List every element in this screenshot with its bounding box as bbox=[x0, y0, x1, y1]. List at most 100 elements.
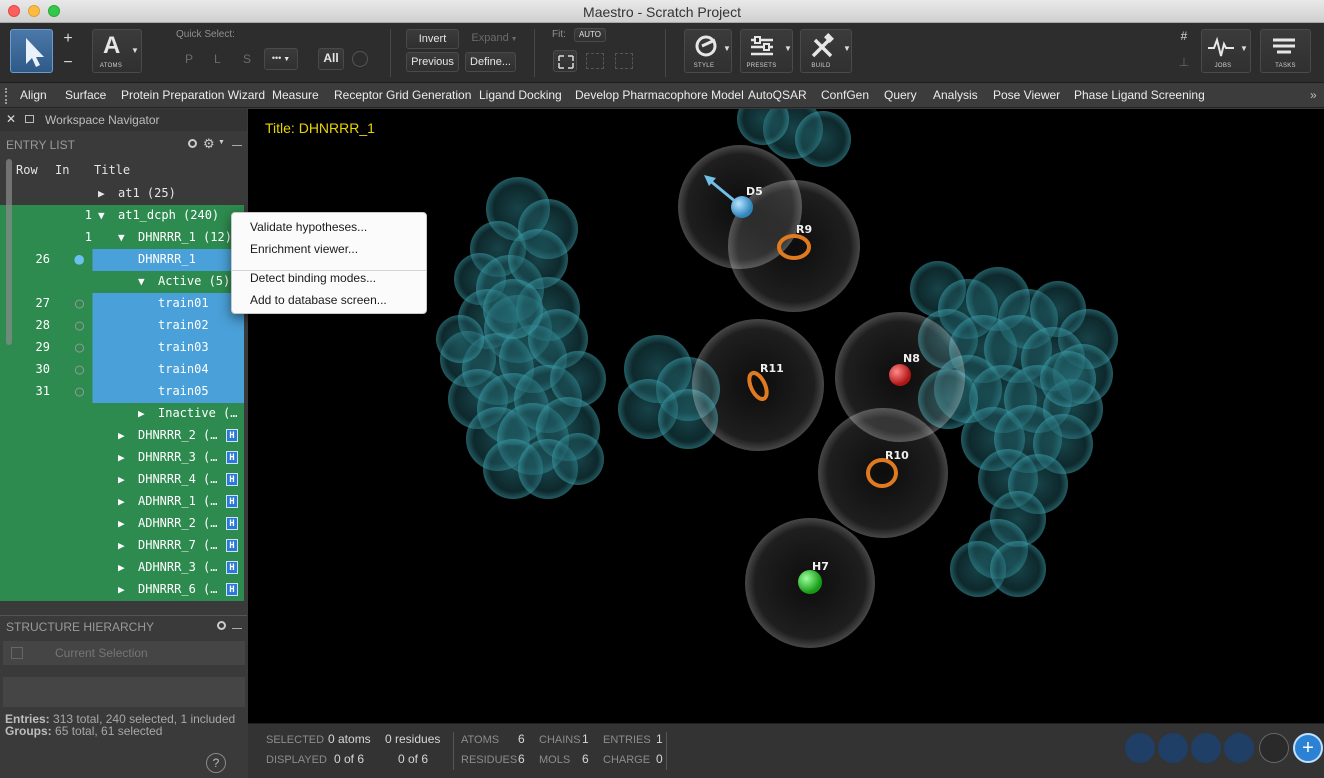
table-row[interactable]: ▶ ADHNRR_3 (… H bbox=[0, 557, 244, 579]
table-row[interactable]: 31 ○ train05 bbox=[0, 381, 244, 403]
expand-arrow-icon[interactable]: ▶ bbox=[118, 473, 125, 486]
menu-autoqsar[interactable]: AutoQSAR bbox=[748, 88, 807, 102]
expand-arrow-icon[interactable]: ▶ bbox=[118, 429, 125, 442]
fit-selection-icon[interactable] bbox=[586, 53, 604, 69]
presets-button[interactable]: ▼ PRESETS bbox=[740, 29, 793, 73]
undock-icon[interactable] bbox=[25, 115, 34, 123]
search-icon[interactable] bbox=[217, 621, 226, 630]
menu-pose-viewer[interactable]: Pose Viewer bbox=[993, 88, 1060, 102]
row-include-toggle[interactable]: ○ bbox=[54, 316, 84, 334]
table-row[interactable]: ▶ DHNRRR_3 (… H bbox=[0, 447, 244, 469]
expand-button[interactable]: Expand ▼ bbox=[468, 29, 521, 49]
column-in[interactable]: In bbox=[55, 163, 69, 177]
row-include-toggle[interactable]: 1 bbox=[54, 208, 92, 222]
table-row[interactable]: ▶ ADHNRR_2 (… H bbox=[0, 513, 244, 535]
table-row[interactable]: ▶ DHNRRR_6 (… H bbox=[0, 579, 244, 601]
jobs-button[interactable]: ▼ JOBS bbox=[1201, 29, 1251, 73]
menu-enrichment-viewer[interactable]: Enrichment viewer... bbox=[250, 242, 358, 256]
previous-button[interactable]: Previous bbox=[406, 52, 459, 72]
expand-arrow-icon[interactable]: ▶ bbox=[138, 407, 145, 420]
n8-negative-sphere[interactable] bbox=[889, 364, 911, 386]
collapse-arrow-icon[interactable]: ▼ bbox=[138, 275, 145, 288]
table-row[interactable]: ▶ at1 (25) bbox=[0, 183, 244, 205]
menu-detect-binding-modes[interactable]: Detect binding modes... bbox=[250, 271, 376, 285]
expand-arrow-icon[interactable]: ▶ bbox=[118, 451, 125, 464]
table-row[interactable]: ▶ DHNRRR_7 (… H bbox=[0, 535, 244, 557]
menu-confgen[interactable]: ConfGen bbox=[821, 88, 869, 102]
gear-icon[interactable]: ⚙ bbox=[203, 136, 215, 152]
current-selection-row[interactable]: Current Selection bbox=[3, 641, 245, 665]
menu-develop-pharmacophore-model[interactable]: Develop Pharmacophore Model bbox=[575, 88, 744, 102]
table-row[interactable]: 27 ○ train01 bbox=[0, 293, 244, 315]
column-title[interactable]: Title bbox=[94, 163, 130, 177]
current-selection-checkbox[interactable] bbox=[11, 647, 23, 659]
menu-receptor-grid-generation[interactable]: Receptor Grid Generation bbox=[334, 88, 471, 102]
menu-validate-hypotheses[interactable]: Validate hypotheses... bbox=[250, 220, 367, 234]
menu-query[interactable]: Query bbox=[884, 88, 917, 102]
collapse-arrow-icon[interactable]: ▼ bbox=[118, 231, 125, 244]
menu-add-to-database-screen[interactable]: Add to database screen... bbox=[250, 293, 387, 307]
menu-ligand-docking[interactable]: Ligand Docking bbox=[479, 88, 562, 102]
table-row[interactable]: ▶ DHNRRR_4 (… H bbox=[0, 469, 244, 491]
d5-donor-sphere[interactable] bbox=[731, 196, 753, 218]
expand-arrow-icon[interactable]: ▶ bbox=[118, 517, 125, 530]
atoms-selection-button[interactable]: A ▼ ATOMS bbox=[92, 29, 142, 73]
h7-hydrophobic-sphere[interactable] bbox=[798, 570, 822, 594]
menu-analysis[interactable]: Analysis bbox=[933, 88, 978, 102]
define-button[interactable]: Define... bbox=[465, 52, 516, 72]
remove-atoms-button[interactable]: − bbox=[60, 55, 76, 71]
fit-view-icon[interactable] bbox=[615, 53, 633, 69]
quick-select-protein[interactable]: P bbox=[185, 52, 193, 66]
menubar-overflow-icon[interactable]: » bbox=[1310, 88, 1317, 102]
table-row[interactable]: 28 ○ train02 bbox=[0, 315, 244, 337]
table-row[interactable]: ▼ Active (5) bbox=[0, 271, 244, 293]
table-row[interactable]: ▶ Inactive (… bbox=[0, 403, 244, 425]
table-row[interactable]: 26 ● DHNRRR_1 bbox=[0, 249, 244, 271]
minimize-section-icon[interactable] bbox=[232, 628, 242, 629]
table-row[interactable]: 1 ▼ at1_dcph (240) bbox=[0, 205, 244, 227]
add-atoms-button[interactable]: + bbox=[60, 31, 76, 47]
table-row[interactable]: 29 ○ train03 bbox=[0, 337, 244, 359]
row-include-toggle[interactable]: ○ bbox=[54, 338, 84, 356]
row-include-toggle[interactable]: ○ bbox=[54, 360, 84, 378]
expand-arrow-icon[interactable]: ▶ bbox=[118, 495, 125, 508]
table-row[interactable]: ▶ DHNRRR_2 (… H bbox=[0, 425, 244, 447]
row-include-toggle[interactable]: ○ bbox=[54, 294, 84, 312]
table-row[interactable]: ▶ ADHNRR_1 (… H bbox=[0, 491, 244, 513]
fit-to-screen-button[interactable] bbox=[553, 50, 577, 72]
quick-select-ligand[interactable]: L bbox=[214, 52, 221, 66]
chevron-down-icon[interactable]: ▼ bbox=[218, 139, 225, 146]
table-row[interactable]: 1 ▼ DHNRRR_1 (12) bbox=[0, 227, 244, 249]
quick-select-more-button[interactable]: ••• ▼ bbox=[264, 48, 298, 70]
minimize-section-icon[interactable] bbox=[232, 145, 242, 146]
select-all-button[interactable]: All bbox=[318, 48, 344, 70]
target-icon[interactable] bbox=[352, 51, 368, 67]
expand-arrow-icon[interactable]: ▶ bbox=[118, 561, 125, 574]
close-icon[interactable]: ✕ bbox=[6, 112, 16, 126]
menu-protein-preparation-wizard[interactable]: Protein Preparation Wizard bbox=[121, 88, 265, 102]
menu-surface[interactable]: Surface bbox=[65, 88, 106, 102]
workspace-3d-viewport[interactable]: D5 R9 N8 R11 R10 H7 Title: DHNRRR_1 bbox=[248, 109, 1324, 723]
scrollbar-thumb[interactable] bbox=[6, 159, 12, 345]
ribbon-tool-icon[interactable] bbox=[1125, 733, 1155, 763]
table-row[interactable]: 30 ○ train04 bbox=[0, 359, 244, 381]
menu-phase-ligand-screening[interactable]: Phase Ligand Screening bbox=[1074, 88, 1205, 102]
expand-arrow-icon[interactable]: ▶ bbox=[118, 539, 125, 552]
row-include-toggle[interactable]: 1 bbox=[54, 230, 92, 244]
menu-measure[interactable]: Measure bbox=[272, 88, 319, 102]
surface-tool-icon[interactable] bbox=[1191, 733, 1221, 763]
select-tool-button[interactable] bbox=[10, 29, 53, 73]
expand-arrow-icon[interactable]: ▶ bbox=[98, 187, 105, 200]
measure-tool-icon[interactable] bbox=[1158, 733, 1188, 763]
display-toggle-icon[interactable] bbox=[1259, 733, 1289, 763]
add-panel-icon[interactable]: + bbox=[1293, 733, 1323, 763]
build-button[interactable]: ▼ BUILD bbox=[800, 29, 852, 73]
layout-toggle-icon[interactable]: ⊥ bbox=[1176, 55, 1192, 71]
collapse-arrow-icon[interactable]: ▼ bbox=[98, 209, 105, 222]
search-icon[interactable] bbox=[188, 139, 197, 148]
expand-arrow-icon[interactable]: ▶ bbox=[118, 583, 125, 596]
help-button[interactable]: ? bbox=[206, 753, 226, 773]
fit-auto-toggle[interactable]: AUTO bbox=[574, 28, 606, 42]
invert-button[interactable]: Invert bbox=[406, 29, 459, 49]
column-row[interactable]: Row bbox=[16, 163, 38, 177]
